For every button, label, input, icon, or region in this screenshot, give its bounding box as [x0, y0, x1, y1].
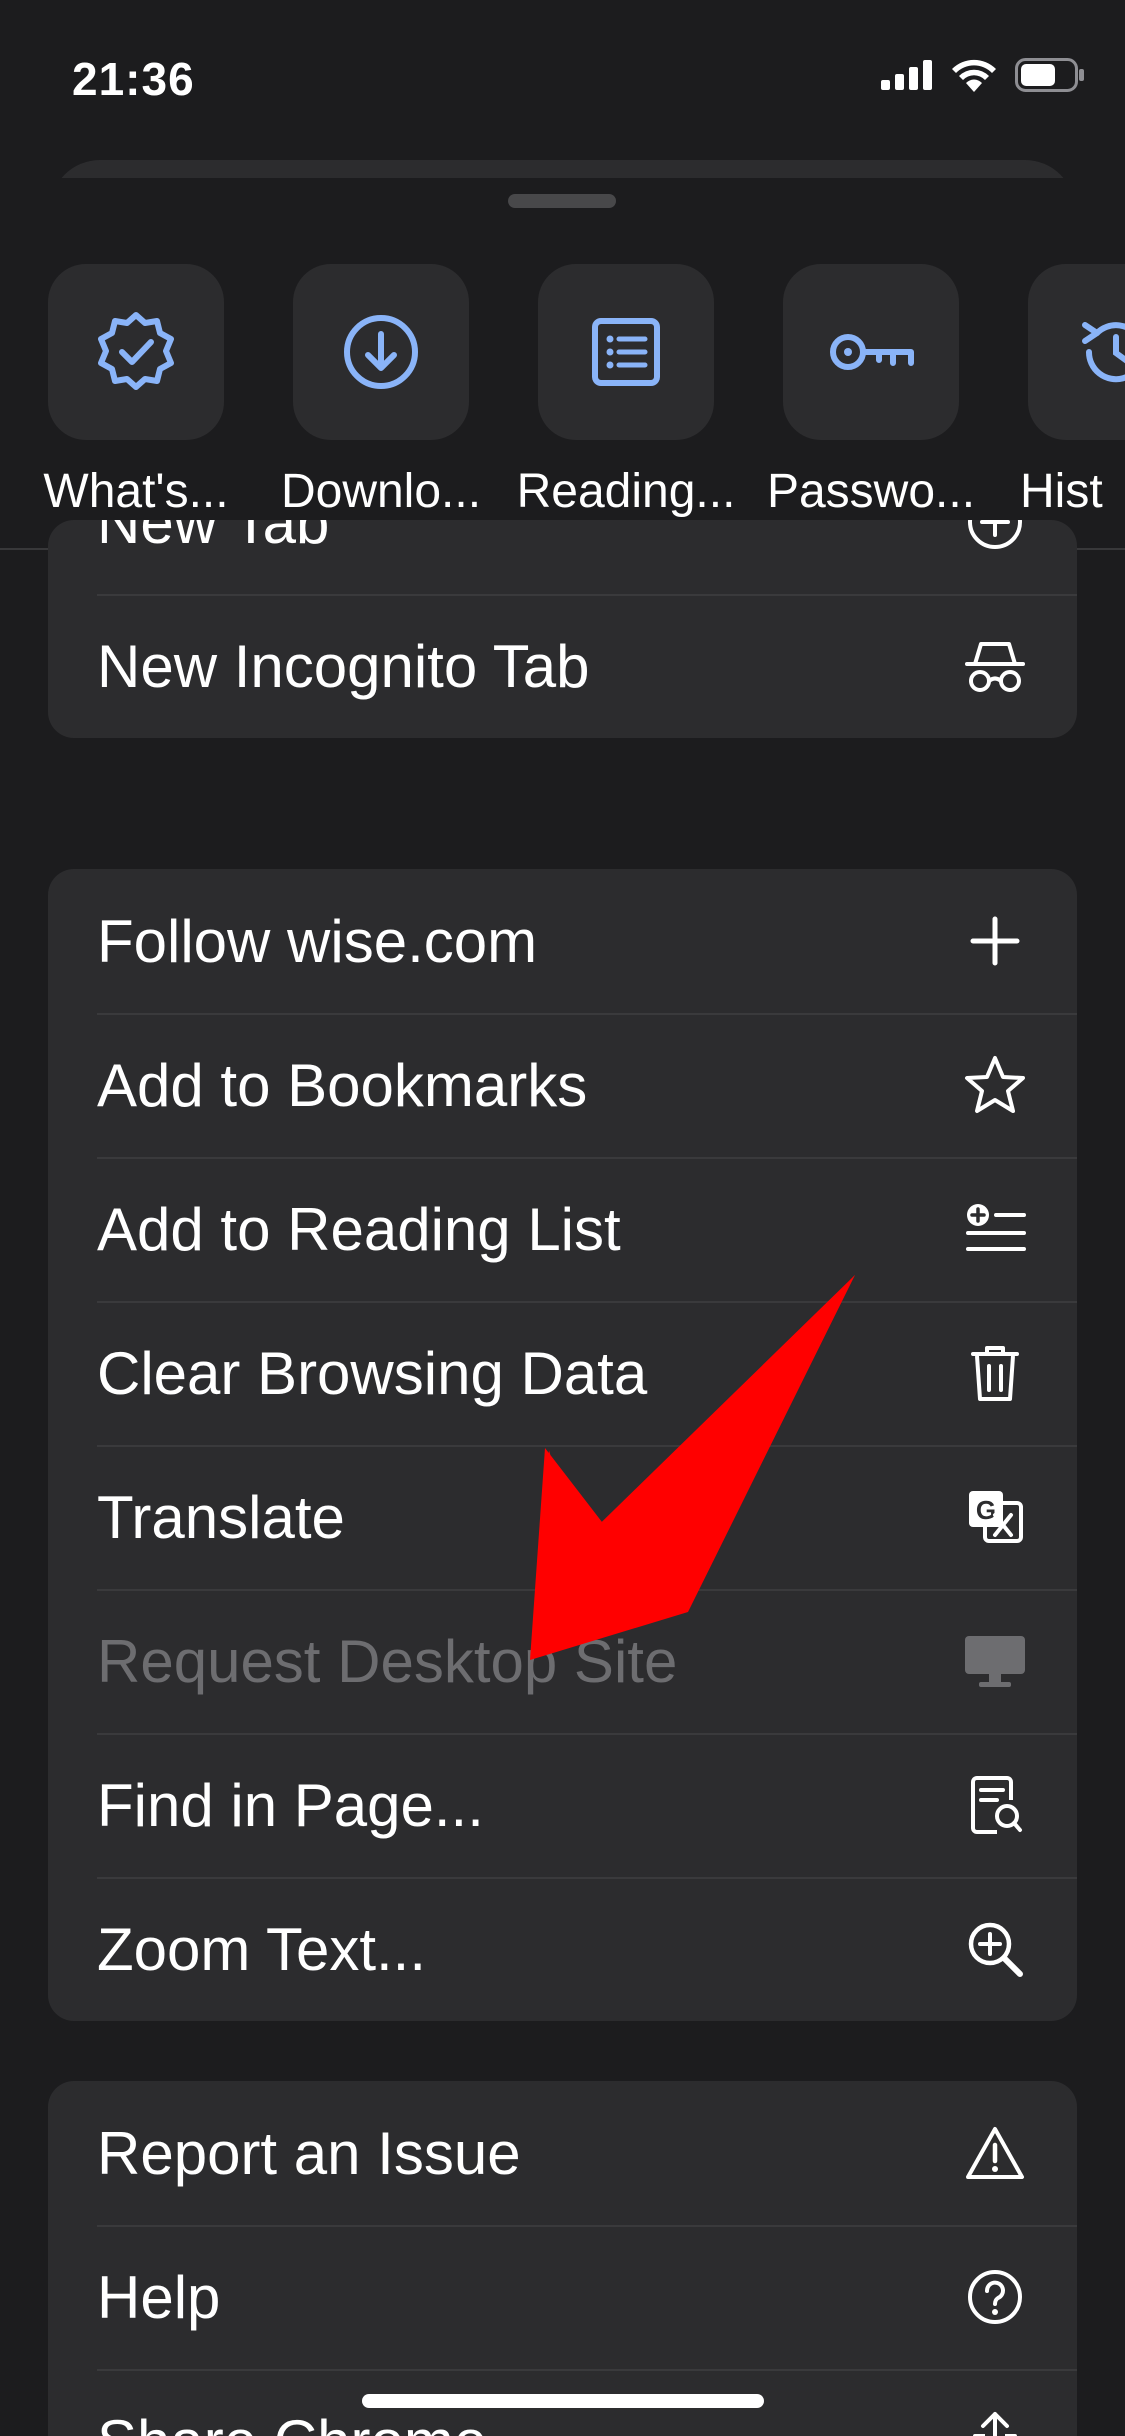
quick-action-label: What's... [43, 465, 229, 518]
desktop-icon [963, 1629, 1027, 1693]
menu-item-request-desktop-site[interactable]: Request Desktop Site [48, 1589, 1077, 1733]
reading-list-icon [592, 318, 660, 386]
quick-action-tile[interactable] [538, 264, 714, 440]
menu-group-support: Report an Issue Help Share Chrome... [48, 2081, 1077, 2436]
cellular-signal-icon [881, 60, 932, 90]
menu-group-tabs: New Tab New Incognito Tab [48, 520, 1077, 738]
menu-item-add-to-reading-list[interactable]: Add to Reading List [48, 1157, 1077, 1301]
share-icon [963, 2409, 1027, 2436]
menu-item-new-incognito-tab[interactable]: New Incognito Tab [48, 594, 1077, 738]
status-time: 21:36 [72, 53, 195, 105]
quick-action-label: Reading... [516, 465, 736, 518]
home-indicator[interactable] [362, 2394, 764, 2408]
quick-actions-row[interactable]: What's... Downlo... Reading... Passwo...… [0, 264, 1125, 550]
menu-item-label: New Incognito Tab [97, 632, 590, 700]
quick-action-label: Hist [1020, 465, 1103, 518]
menu-item-label: Clear Browsing Data [97, 1339, 648, 1407]
menu-item-new-tab[interactable]: New Tab [48, 520, 1077, 594]
trash-icon [963, 1341, 1027, 1405]
badge-check-icon [98, 312, 174, 390]
plus-circle-icon [963, 520, 1027, 554]
menu-item-find-in-page[interactable]: Find in Page... [48, 1733, 1077, 1877]
menu-item-label: Report an Issue [97, 2119, 521, 2187]
quick-action-reading-list[interactable]: Reading... [517, 264, 768, 544]
quick-action-tile[interactable] [783, 264, 959, 440]
battery-icon [1015, 58, 1084, 92]
menu-item-label: Request Desktop Site [97, 1627, 678, 1695]
menu-item-translate[interactable]: Translate G [48, 1445, 1077, 1589]
menu-item-label: Follow wise.com [97, 907, 538, 975]
plus-icon [963, 909, 1027, 973]
menu-group-page-actions: Follow wise.com Add to Bookmarks Add to … [48, 869, 1077, 2021]
quick-action-tile[interactable] [1028, 264, 1125, 440]
menu-item-label: Add to Bookmarks [97, 1051, 588, 1119]
history-icon [1082, 322, 1125, 383]
quick-action-passwords[interactable]: Passwo... [767, 264, 1013, 544]
quick-action-tile[interactable] [48, 264, 224, 440]
quick-action-label: Passwo... [766, 465, 976, 518]
menu-item-label: Add to Reading List [97, 1195, 621, 1263]
quick-action-history[interactable]: Hist [1020, 264, 1125, 544]
translate-icon: G [963, 1485, 1027, 1549]
menu-item-label: Translate [97, 1483, 345, 1551]
sheet-grabber[interactable] [508, 194, 616, 208]
menu-item-clear-browsing-data[interactable]: Clear Browsing Data [48, 1301, 1077, 1445]
key-icon [830, 334, 914, 370]
zoom-in-icon [963, 1917, 1027, 1981]
menu-item-add-to-bookmarks[interactable]: Add to Bookmarks [48, 1013, 1077, 1157]
status-icons [881, 58, 1085, 92]
warning-icon [963, 2121, 1027, 2185]
menu-item-label: Help [97, 2263, 221, 2331]
menu-item-label: Find in Page... [97, 1771, 484, 1839]
menu-item-label: New Tab [97, 520, 330, 556]
star-icon [963, 1053, 1027, 1117]
menu-item-help[interactable]: Help [48, 2225, 1077, 2369]
quick-action-whats-new[interactable]: What's... [43, 264, 278, 544]
help-icon [963, 2265, 1027, 2329]
menu-item-follow[interactable]: Follow wise.com [48, 869, 1077, 1013]
incognito-icon [963, 634, 1027, 698]
download-icon [344, 315, 418, 389]
quick-action-label: Downlo... [280, 465, 482, 518]
menu-item-label: Zoom Text... [97, 1915, 427, 1983]
wifi-icon [952, 59, 996, 92]
quick-action-downloads[interactable]: Downlo... [281, 264, 523, 544]
svg-text:G: G [976, 1495, 996, 1525]
find-in-page-icon [963, 1773, 1027, 1837]
menu-item-zoom-text[interactable]: Zoom Text... [48, 1877, 1077, 2021]
reading-list-add-icon [963, 1197, 1027, 1261]
status-bar: 21:36 [0, 0, 1125, 160]
menu-item-label: Share Chrome... [97, 2407, 963, 2436]
quick-action-tile[interactable] [293, 264, 469, 440]
menu-item-report-an-issue[interactable]: Report an Issue [48, 2081, 1077, 2225]
